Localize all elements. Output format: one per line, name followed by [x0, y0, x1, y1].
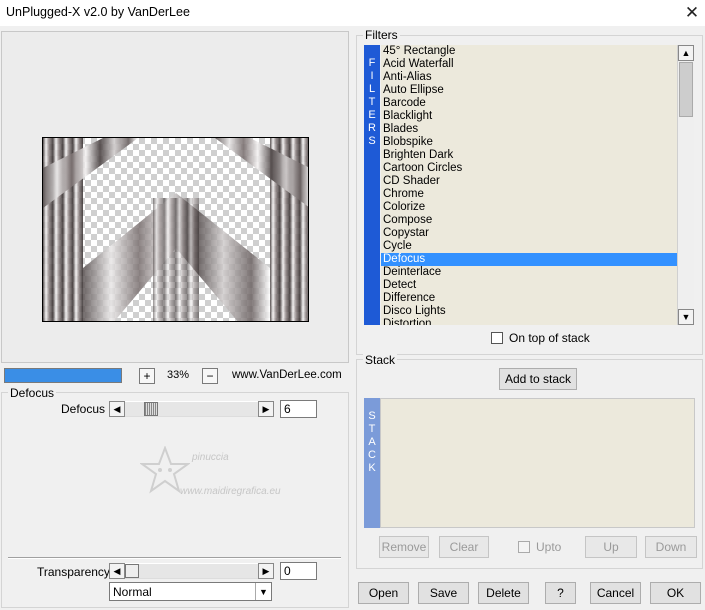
- filter-list-item[interactable]: Auto Ellipse: [381, 84, 677, 97]
- watermark: pinuccia www.maidiregrafica.eu: [140, 446, 320, 506]
- delete-button[interactable]: Delete: [478, 582, 529, 604]
- stack-strip-letter: S: [368, 410, 376, 422]
- filters-scrollbar[interactable]: ▲ ▼: [677, 45, 694, 325]
- progress-bar: [4, 368, 122, 383]
- stack-strip-letter: C: [368, 449, 376, 461]
- filter-list-item[interactable]: 45° Rectangle: [381, 45, 677, 58]
- filter-list-item[interactable]: Brighten Dark: [381, 149, 677, 162]
- transparency-right-arrow-icon[interactable]: ▶: [258, 563, 274, 579]
- filters-strip-letter: T: [368, 96, 376, 108]
- stack-strip-letter: K: [368, 462, 376, 474]
- filter-list-item[interactable]: Defocus: [381, 253, 677, 266]
- filters-strip-letter: R: [368, 122, 376, 134]
- save-button[interactable]: Save: [418, 582, 469, 604]
- filter-list-item[interactable]: Blades: [381, 123, 677, 136]
- filter-list-item[interactable]: Cartoon Circles: [381, 162, 677, 175]
- filters-strip-letter: F: [368, 57, 376, 69]
- up-button[interactable]: Up: [585, 536, 637, 558]
- filter-list-item[interactable]: Disco Lights: [381, 305, 677, 318]
- on-top-checkbox[interactable]: [491, 332, 503, 344]
- filter-list-item[interactable]: Blacklight: [381, 110, 677, 123]
- filters-strip-letter: L: [368, 83, 376, 95]
- cancel-button[interactable]: Cancel: [590, 582, 641, 604]
- params-group-label: Defocus: [8, 386, 57, 400]
- divider: [8, 557, 341, 559]
- filters-group-label: Filters: [363, 28, 400, 42]
- filters-strip-letter: E: [368, 109, 376, 121]
- filter-list-item[interactable]: Blobspike: [381, 136, 677, 149]
- window-title: UnPlugged-X v2.0 by VanDerLee: [6, 5, 190, 19]
- upto-checkbox[interactable]: [518, 541, 530, 553]
- watermark-line2: www.maidiregrafica.eu: [180, 486, 281, 497]
- filter-list-item[interactable]: Cycle: [381, 240, 677, 253]
- transparency-value-field[interactable]: 0: [280, 562, 317, 580]
- filter-list-item[interactable]: Compose: [381, 214, 677, 227]
- transparency-label: Transparency: [37, 565, 110, 579]
- defocus-value-field[interactable]: 6: [280, 400, 317, 418]
- remove-button[interactable]: Remove: [379, 536, 429, 558]
- stack-strip: STACK: [364, 398, 380, 528]
- preview-artwork: [43, 138, 308, 321]
- transparency-slider-thumb[interactable]: [125, 564, 139, 578]
- upto-label: Upto: [536, 540, 562, 554]
- filter-list-item[interactable]: Chrome: [381, 188, 677, 201]
- blend-mode-select[interactable]: Normal ▼: [109, 582, 272, 601]
- clear-button[interactable]: Clear: [439, 536, 489, 558]
- filter-list-item[interactable]: Difference: [381, 292, 677, 305]
- stack-list[interactable]: [380, 398, 695, 528]
- defocus-label: Defocus: [61, 402, 106, 416]
- filters-list[interactable]: 45° Rectangle Acid Waterfall Anti-Alias Aut…: [381, 45, 677, 325]
- scroll-down-icon[interactable]: ▼: [678, 309, 694, 325]
- defocus-slider-track[interactable]: [125, 401, 258, 417]
- help-button[interactable]: ?: [545, 582, 576, 604]
- title-bar: UnPlugged-X v2.0 by VanDerLee ✕: [0, 0, 705, 26]
- down-button[interactable]: Down: [645, 536, 697, 558]
- zoom-out-button[interactable]: −: [202, 368, 218, 384]
- filter-list-item[interactable]: Copystar: [381, 227, 677, 240]
- ok-button[interactable]: OK: [650, 582, 701, 604]
- add-to-stack-button[interactable]: Add to stack: [499, 368, 577, 390]
- defocus-slider-thumb[interactable]: [143, 402, 158, 416]
- open-button[interactable]: Open: [358, 582, 409, 604]
- zoom-in-button[interactable]: +: [139, 368, 155, 384]
- website-link[interactable]: www.VanDerLee.com: [232, 369, 342, 381]
- filter-list-item[interactable]: Acid Waterfall: [381, 58, 677, 71]
- filter-list-item[interactable]: Colorize: [381, 201, 677, 214]
- defocus-right-arrow-icon[interactable]: ▶: [258, 401, 274, 417]
- scroll-thumb[interactable]: [679, 62, 693, 117]
- filters-strip: FILTERS: [364, 45, 380, 325]
- filter-list-item[interactable]: Detect: [381, 279, 677, 292]
- scroll-up-icon[interactable]: ▲: [678, 45, 694, 61]
- preview-pane: [1, 31, 349, 363]
- watermark-line1: pinuccia: [192, 452, 229, 463]
- filter-list-item[interactable]: Distortion: [381, 318, 677, 325]
- filters-strip-letter: I: [370, 70, 374, 82]
- on-top-label: On top of stack: [509, 331, 590, 345]
- transparency-slider-track[interactable]: [125, 563, 258, 579]
- zoom-level: 33%: [167, 369, 190, 381]
- stack-strip-letter: T: [368, 423, 376, 435]
- transparency-left-arrow-icon[interactable]: ◀: [109, 563, 125, 579]
- filter-list-item[interactable]: CD Shader: [381, 175, 677, 188]
- filter-list-item[interactable]: Anti-Alias: [381, 71, 677, 84]
- chevron-down-icon[interactable]: ▼: [255, 583, 271, 600]
- stack-strip-letter: A: [368, 436, 376, 448]
- filter-list-item[interactable]: Deinterlace: [381, 266, 677, 279]
- stack-group-label: Stack: [363, 353, 398, 367]
- close-button[interactable]: ✕: [680, 1, 704, 25]
- blend-mode-value: Normal: [113, 585, 152, 599]
- filters-strip-letter: S: [368, 135, 376, 147]
- progress-fill: [5, 369, 121, 382]
- preview-image: [42, 137, 309, 322]
- defocus-left-arrow-icon[interactable]: ◀: [109, 401, 125, 417]
- filter-list-item[interactable]: Barcode: [381, 97, 677, 110]
